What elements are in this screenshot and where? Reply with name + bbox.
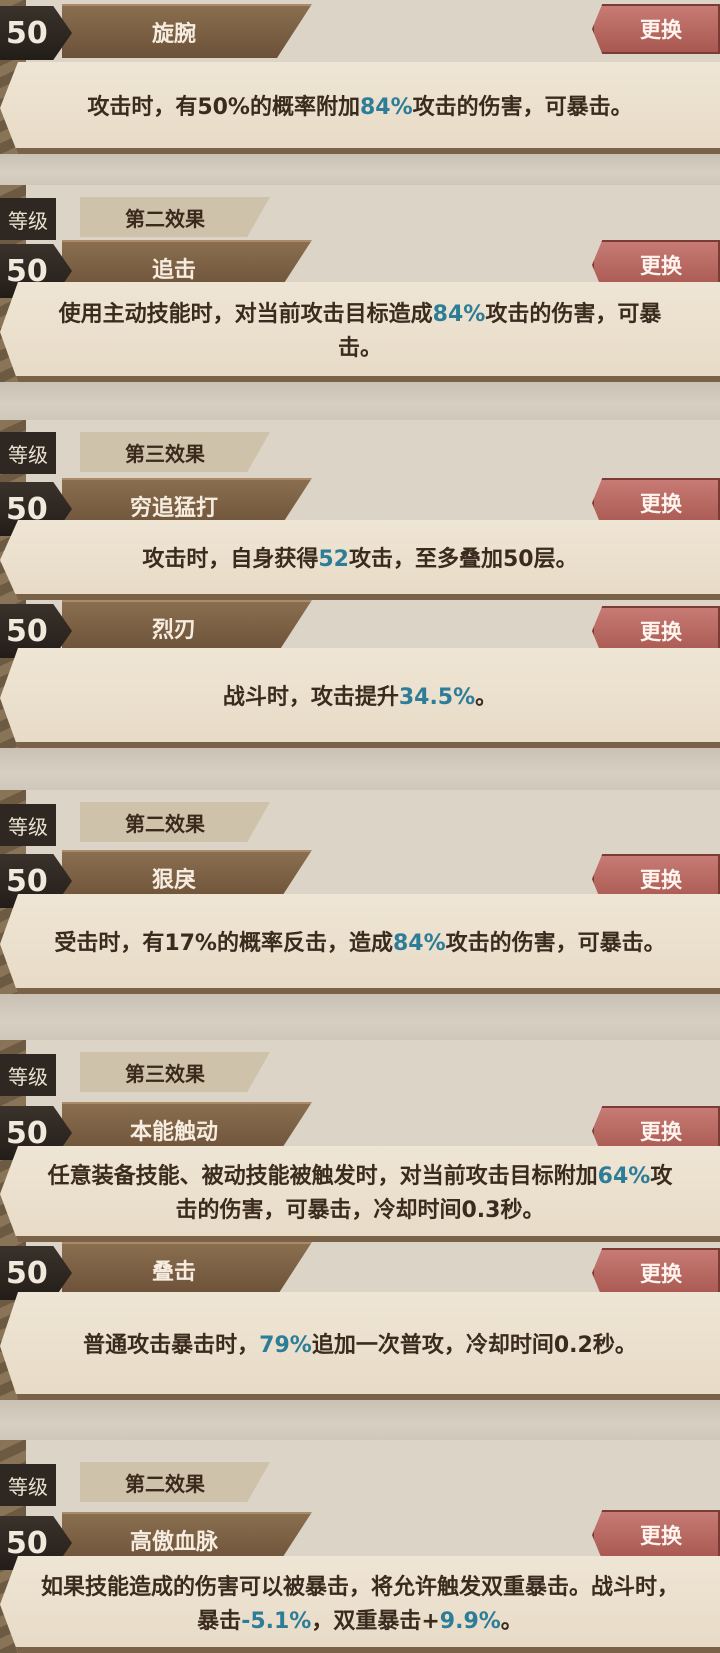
description-text: 攻击时，有50%的概率附加 <box>87 95 360 120</box>
swap-button[interactable]: 更换 <box>592 1510 720 1560</box>
skill-name-plate: 叠击 <box>62 1242 312 1296</box>
skill-description: 受击时，有17%的概率反击，造成84%攻击的伤害，可暴击。 <box>54 927 665 961</box>
section-gap <box>0 994 720 1040</box>
skill-description: 战斗时，攻击提升34.5%。 <box>223 681 497 715</box>
level-label: 等级 <box>0 198 56 240</box>
level-label: 等级 <box>0 1054 56 1096</box>
description-text: 战斗时，攻击提升 <box>222 685 399 710</box>
effect-slot-tab: 第二效果 <box>80 1462 270 1502</box>
description-text: 攻击，至多叠加50层。 <box>349 547 578 572</box>
skill-description-panel: 使用主动技能时，对当前攻击目标造成84%攻击的伤害，可暴击。 <box>0 282 720 382</box>
swap-button[interactable]: 更换 <box>592 1248 720 1298</box>
description-text: 使用主动技能时，对当前攻击目标造成 <box>58 302 433 327</box>
skill-description: 如果技能造成的伤害可以被暴击，将允许触发双重暴击。战斗时，暴击-5.1%，双重暴… <box>40 1571 680 1639</box>
skill-description-panel: 受击时，有17%的概率反击，造成84%攻击的伤害，可暴击。 <box>0 894 720 994</box>
effect-slot-tab: 第二效果 <box>80 802 270 842</box>
skill-name-plate: 旋腕 <box>62 4 312 58</box>
effect-slot-tab: 第三效果 <box>80 432 270 472</box>
skill-name-plate: 烈刃 <box>62 600 312 654</box>
section-gap <box>0 748 720 790</box>
description-text: 。 <box>500 1608 523 1634</box>
skill-description-panel: 任意装备技能、被动技能被触发时，对当前攻击目标附加64%攻击的伤害，可暴击，冷却… <box>0 1146 720 1242</box>
skill-description-panel: 攻击时，自身获得52攻击，至多叠加50层。 <box>0 520 720 600</box>
skill-description: 使用主动技能时，对当前攻击目标造成84%攻击的伤害，可暴击。 <box>40 298 680 366</box>
level-label: 等级 <box>0 804 56 846</box>
description-text: 追加一次普攻，冷却时间0.2秒。 <box>311 1333 637 1358</box>
skill-description-panel: 攻击时，有50%的概率附加84%攻击的伤害，可暴击。 <box>0 62 720 154</box>
highlight-value: 84% <box>432 302 486 327</box>
description-text: 攻击时，自身获得 <box>142 547 319 572</box>
highlight-value: 79% <box>259 1333 312 1358</box>
skill-description-panel: 战斗时，攻击提升34.5%。 <box>0 648 720 748</box>
highlight-value: -5.1% <box>241 1608 312 1634</box>
highlight-value: 84% <box>392 931 446 956</box>
highlight-value: 64% <box>597 1164 651 1189</box>
effect-slot-tab: 第二效果 <box>80 197 270 237</box>
skill-description-panel: 普通攻击暴击时，79%追加一次普攻，冷却时间0.2秒。 <box>0 1292 720 1400</box>
skill-description: 普通攻击暴击时，79%追加一次普攻，冷却时间0.2秒。 <box>83 1329 637 1363</box>
section-gap <box>0 1400 720 1440</box>
skill-description: 任意装备技能、被动技能被触发时，对当前攻击目标附加64%攻击的伤害，可暴击，冷却… <box>40 1160 680 1228</box>
skill-description: 攻击时，自身获得52攻击，至多叠加50层。 <box>142 543 577 577</box>
highlight-value: 52 <box>318 547 349 572</box>
section-gap <box>0 154 720 185</box>
description-text: 攻击的伤害，可暴击。 <box>445 931 666 956</box>
section-gap <box>0 382 720 420</box>
skill-description: 攻击时，有50%的概率附加84%攻击的伤害，可暴击。 <box>87 91 632 125</box>
description-text: ，双重暴击+ <box>311 1608 440 1634</box>
swap-button[interactable]: 更换 <box>592 4 720 54</box>
description-text: 受击时，有17%的概率反击，造成 <box>54 931 393 956</box>
level-label: 等级 <box>0 432 56 474</box>
description-text: 攻击的伤害，可暴击。 <box>412 95 633 120</box>
effect-slot-tab: 第三效果 <box>80 1052 270 1092</box>
highlight-value: 34.5% <box>398 685 476 710</box>
level-label: 等级 <box>0 1464 56 1506</box>
description-text: 任意装备技能、被动技能被触发时，对当前攻击目标附加 <box>47 1164 598 1189</box>
description-text: 。 <box>475 685 498 710</box>
description-text: 普通攻击暴击时， <box>83 1333 260 1358</box>
skill-description-panel: 如果技能造成的伤害可以被暴击，将允许触发双重暴击。战斗时，暴击-5.1%，双重暴… <box>0 1556 720 1653</box>
highlight-value: 9.9% <box>439 1608 501 1634</box>
highlight-value: 84% <box>359 95 413 120</box>
skill-list: 旋腕 50 更换 攻击时，有50%的概率附加84%攻击的伤害，可暴击。 等级 第二效果 追击… <box>0 0 720 1653</box>
